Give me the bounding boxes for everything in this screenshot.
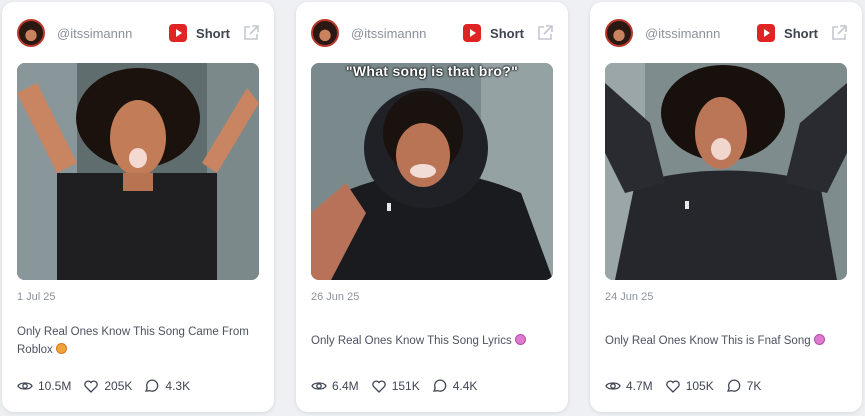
likes-stat: 105K bbox=[665, 378, 714, 394]
comments-count: 4.4K bbox=[452, 379, 478, 393]
youtube-icon bbox=[757, 24, 776, 42]
comment-icon bbox=[145, 379, 159, 392]
comments-count: 4.3K bbox=[165, 379, 191, 393]
crying-face-icon bbox=[514, 334, 526, 345]
post-date: 24 Jun 25 bbox=[605, 291, 654, 303]
heart-icon bbox=[665, 380, 680, 393]
eye-icon bbox=[311, 382, 327, 390]
heart-icon bbox=[84, 380, 99, 393]
stats-row: 4.7M 105K 7K bbox=[605, 378, 773, 394]
likes-count: 105K bbox=[685, 379, 714, 393]
comment-icon bbox=[726, 379, 741, 392]
thumbnail-image bbox=[605, 63, 847, 280]
video-caption: "What song is that bro?" bbox=[345, 63, 519, 79]
external-link-icon[interactable] bbox=[242, 24, 260, 42]
likes-count: 151K bbox=[391, 379, 420, 393]
video-title[interactable]: Only Real Ones Know This Song Came From … bbox=[17, 323, 257, 359]
comments-stat: 4.3K bbox=[144, 378, 190, 394]
video-title[interactable]: Only Real Ones Know This is Fnaf Song bbox=[605, 332, 845, 350]
post-date: 26 Jun 25 bbox=[311, 291, 360, 303]
eye-icon bbox=[605, 382, 621, 390]
video-card-grid: @itssimannn Short 1 Jul 25 Only Real One… bbox=[0, 0, 865, 416]
platform-label: Short bbox=[784, 25, 818, 41]
avatar[interactable] bbox=[17, 19, 45, 47]
video-card[interactable]: @itssimannn Short 1 Jul 25 Only Real One… bbox=[2, 2, 274, 412]
views-stat: 4.7M bbox=[605, 378, 653, 394]
video-thumbnail[interactable] bbox=[605, 63, 847, 280]
channel-handle[interactable]: @itssimannn bbox=[645, 26, 757, 41]
angry-face-icon bbox=[55, 343, 67, 354]
comments-stat: 4.4K bbox=[432, 378, 478, 394]
views-stat: 6.4M bbox=[311, 378, 359, 394]
comment-icon bbox=[432, 379, 447, 392]
video-title-text: Only Real Ones Know This is Fnaf Song bbox=[605, 335, 811, 347]
crying-face-icon bbox=[813, 334, 825, 345]
likes-count: 205K bbox=[104, 379, 133, 393]
avatar[interactable] bbox=[311, 19, 339, 47]
comments-count: 7K bbox=[746, 379, 762, 393]
video-card[interactable]: @itssimannn Short "What song is that bro… bbox=[296, 2, 568, 412]
video-title-text: Only Real Ones Know This Song Lyrics bbox=[311, 335, 512, 347]
youtube-icon bbox=[169, 24, 188, 42]
platform-label: Short bbox=[196, 25, 230, 41]
card-header: @itssimannn Short bbox=[17, 18, 260, 48]
stats-row: 10.5M 205K 4.3K bbox=[17, 378, 202, 394]
external-link-icon[interactable] bbox=[830, 24, 848, 42]
likes-stat: 151K bbox=[371, 378, 420, 394]
channel-handle[interactable]: @itssimannn bbox=[351, 26, 463, 41]
comments-stat: 7K bbox=[726, 378, 762, 394]
video-card[interactable]: @itssimannn Short 24 Jun 25 Only Real On… bbox=[590, 2, 862, 412]
views-count: 6.4M bbox=[332, 379, 359, 393]
eye-icon bbox=[17, 382, 33, 390]
platform-label: Short bbox=[490, 25, 524, 41]
card-header: @itssimannn Short bbox=[605, 18, 848, 48]
card-header: @itssimannn Short bbox=[311, 18, 554, 48]
likes-stat: 205K bbox=[83, 378, 132, 394]
video-title-text: Only Real Ones Know This Song Came From … bbox=[17, 326, 249, 356]
heart-icon bbox=[371, 380, 386, 393]
external-link-icon[interactable] bbox=[536, 24, 554, 42]
avatar[interactable] bbox=[605, 19, 633, 47]
video-thumbnail[interactable]: "What song is that bro?" bbox=[311, 63, 553, 280]
views-count: 10.5M bbox=[38, 379, 72, 393]
views-stat: 10.5M bbox=[17, 378, 71, 394]
views-count: 4.7M bbox=[626, 379, 653, 393]
youtube-icon bbox=[463, 24, 482, 42]
video-title[interactable]: Only Real Ones Know This Song Lyrics bbox=[311, 332, 551, 350]
thumbnail-image bbox=[311, 63, 553, 280]
video-thumbnail[interactable] bbox=[17, 63, 259, 280]
post-date: 1 Jul 25 bbox=[17, 291, 56, 303]
thumbnail-image bbox=[17, 63, 259, 280]
stats-row: 6.4M 151K 4.4K bbox=[311, 378, 489, 394]
channel-handle[interactable]: @itssimannn bbox=[57, 26, 169, 41]
